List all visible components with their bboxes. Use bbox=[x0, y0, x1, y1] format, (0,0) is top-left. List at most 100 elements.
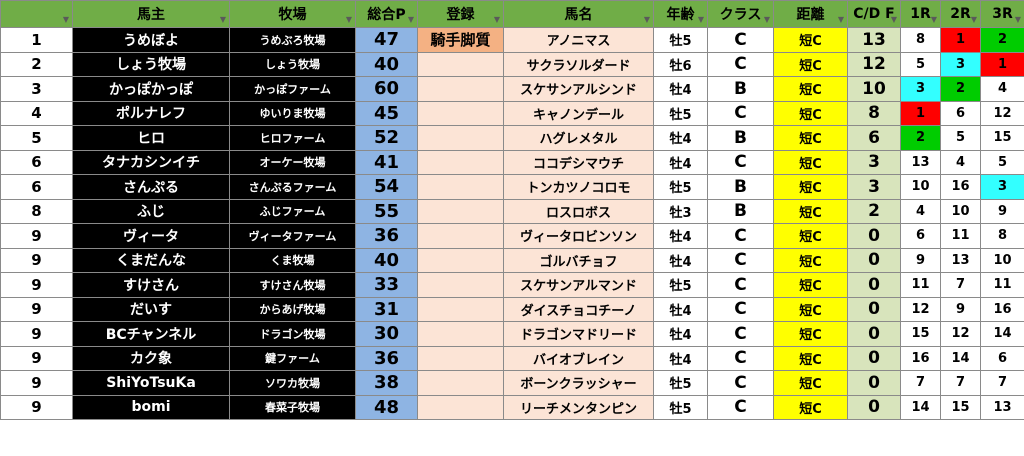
distance-cell[interactable]: 短C bbox=[773, 345, 848, 371]
rank-cell[interactable]: 9 bbox=[0, 296, 73, 322]
horse-name-cell[interactable]: アノニマス bbox=[503, 27, 654, 53]
race1-cell[interactable]: 6 bbox=[900, 223, 941, 249]
rank-cell[interactable]: 6 bbox=[0, 174, 73, 200]
cdf-cell[interactable]: 2 bbox=[847, 198, 901, 224]
owner-cell[interactable]: うめぼよ bbox=[72, 27, 230, 53]
race3-cell[interactable]: 15 bbox=[980, 125, 1024, 151]
age-cell[interactable]: 牡4 bbox=[653, 149, 708, 175]
points-cell[interactable]: 40 bbox=[355, 247, 418, 273]
farm-cell[interactable]: ヒロファーム bbox=[229, 125, 356, 151]
farm-cell[interactable]: ゆいりま牧場 bbox=[229, 100, 356, 126]
registration-cell[interactable] bbox=[417, 223, 504, 249]
class-cell[interactable]: C bbox=[707, 394, 774, 420]
owner-cell[interactable]: タナカシンイチ bbox=[72, 149, 230, 175]
header-farm[interactable]: 牧場 ▼ bbox=[229, 0, 356, 28]
filter-dropdown-icon[interactable]: ▼ bbox=[931, 16, 937, 24]
race2-cell[interactable]: 4 bbox=[940, 149, 981, 175]
registration-cell[interactable] bbox=[417, 125, 504, 151]
rank-cell[interactable]: 9 bbox=[0, 394, 73, 420]
farm-cell[interactable]: くま牧場 bbox=[229, 247, 356, 273]
points-cell[interactable]: 54 bbox=[355, 174, 418, 200]
race3-cell[interactable]: 12 bbox=[980, 100, 1024, 126]
header-owner[interactable]: 馬主 ▼ bbox=[72, 0, 230, 28]
horse-name-cell[interactable]: バイオブレイン bbox=[503, 345, 654, 371]
registration-cell[interactable] bbox=[417, 296, 504, 322]
registration-cell[interactable] bbox=[417, 198, 504, 224]
header-points[interactable]: 総合P ▼ bbox=[355, 0, 418, 28]
farm-cell[interactable]: ヴィータファーム bbox=[229, 223, 356, 249]
registration-cell[interactable] bbox=[417, 149, 504, 175]
age-cell[interactable]: 牡4 bbox=[653, 321, 708, 347]
class-cell[interactable]: C bbox=[707, 370, 774, 396]
registration-cell[interactable]: 騎手脚質 bbox=[417, 27, 504, 53]
header-distance[interactable]: 距離 ▼ bbox=[773, 0, 848, 28]
race3-cell[interactable]: 3 bbox=[980, 174, 1024, 200]
class-cell[interactable]: C bbox=[707, 345, 774, 371]
horse-name-cell[interactable]: ヴィータロビンソン bbox=[503, 223, 654, 249]
race3-cell[interactable]: 7 bbox=[980, 370, 1024, 396]
age-cell[interactable]: 牡4 bbox=[653, 247, 708, 273]
rank-cell[interactable]: 9 bbox=[0, 223, 73, 249]
race2-cell[interactable]: 16 bbox=[940, 174, 981, 200]
race2-cell[interactable]: 11 bbox=[940, 223, 981, 249]
age-cell[interactable]: 牡5 bbox=[653, 272, 708, 298]
race3-cell[interactable]: 16 bbox=[980, 296, 1024, 322]
distance-cell[interactable]: 短C bbox=[773, 223, 848, 249]
race1-cell[interactable]: 1 bbox=[900, 100, 941, 126]
distance-cell[interactable]: 短C bbox=[773, 272, 848, 298]
race1-cell[interactable]: 11 bbox=[900, 272, 941, 298]
filter-dropdown-icon[interactable]: ▼ bbox=[698, 16, 704, 24]
horse-name-cell[interactable]: ロスロボス bbox=[503, 198, 654, 224]
sort-filter-icon[interactable]: ▼ bbox=[408, 16, 414, 24]
class-cell[interactable]: B bbox=[707, 125, 774, 151]
race1-cell[interactable]: 15 bbox=[900, 321, 941, 347]
cdf-cell[interactable]: 3 bbox=[847, 149, 901, 175]
race1-cell[interactable]: 8 bbox=[900, 27, 941, 53]
class-cell[interactable]: B bbox=[707, 76, 774, 102]
owner-cell[interactable]: ShiYoTsuKa bbox=[72, 370, 230, 396]
points-cell[interactable]: 47 bbox=[355, 27, 418, 53]
cdf-cell[interactable]: 10 bbox=[847, 76, 901, 102]
race1-cell[interactable]: 7 bbox=[900, 370, 941, 396]
rank-cell[interactable]: 9 bbox=[0, 321, 73, 347]
header-registration[interactable]: 登録 ▼ bbox=[417, 0, 504, 28]
sort-filter-icon[interactable]: ▼ bbox=[891, 16, 897, 24]
race3-cell[interactable]: 6 bbox=[980, 345, 1024, 371]
header-cdf[interactable]: C/D F ▼ bbox=[847, 0, 901, 28]
rank-cell[interactable]: 4 bbox=[0, 100, 73, 126]
distance-cell[interactable]: 短C bbox=[773, 296, 848, 322]
farm-cell[interactable]: からあげ牧場 bbox=[229, 296, 356, 322]
distance-cell[interactable]: 短C bbox=[773, 27, 848, 53]
distance-cell[interactable]: 短C bbox=[773, 394, 848, 420]
horse-name-cell[interactable]: リーチメンタンピン bbox=[503, 394, 654, 420]
age-cell[interactable]: 牡3 bbox=[653, 198, 708, 224]
owner-cell[interactable]: くまだんな bbox=[72, 247, 230, 273]
farm-cell[interactable]: オーケー牧場 bbox=[229, 149, 356, 175]
distance-cell[interactable]: 短C bbox=[773, 247, 848, 273]
points-cell[interactable]: 33 bbox=[355, 272, 418, 298]
rank-cell[interactable]: 3 bbox=[0, 76, 73, 102]
points-cell[interactable]: 41 bbox=[355, 149, 418, 175]
owner-cell[interactable]: すけさん bbox=[72, 272, 230, 298]
distance-cell[interactable]: 短C bbox=[773, 198, 848, 224]
cdf-cell[interactable]: 0 bbox=[847, 223, 901, 249]
race2-cell[interactable]: 13 bbox=[940, 247, 981, 273]
age-cell[interactable]: 牡4 bbox=[653, 125, 708, 151]
race1-cell[interactable]: 5 bbox=[900, 51, 941, 77]
race3-cell[interactable]: 9 bbox=[980, 198, 1024, 224]
age-cell[interactable]: 牡6 bbox=[653, 51, 708, 77]
race1-cell[interactable]: 3 bbox=[900, 76, 941, 102]
filter-dropdown-icon[interactable]: ▼ bbox=[63, 16, 69, 24]
farm-cell[interactable]: 春菜子牧場 bbox=[229, 394, 356, 420]
distance-cell[interactable]: 短C bbox=[773, 149, 848, 175]
rank-cell[interactable]: 9 bbox=[0, 247, 73, 273]
race3-cell[interactable]: 14 bbox=[980, 321, 1024, 347]
owner-cell[interactable]: だいす bbox=[72, 296, 230, 322]
horse-name-cell[interactable]: ダイスチョコチーノ bbox=[503, 296, 654, 322]
owner-cell[interactable]: ポルナレフ bbox=[72, 100, 230, 126]
age-cell[interactable]: 牡4 bbox=[653, 345, 708, 371]
points-cell[interactable]: 30 bbox=[355, 321, 418, 347]
race2-cell[interactable]: 6 bbox=[940, 100, 981, 126]
race2-cell[interactable]: 12 bbox=[940, 321, 981, 347]
race3-cell[interactable]: 8 bbox=[980, 223, 1024, 249]
